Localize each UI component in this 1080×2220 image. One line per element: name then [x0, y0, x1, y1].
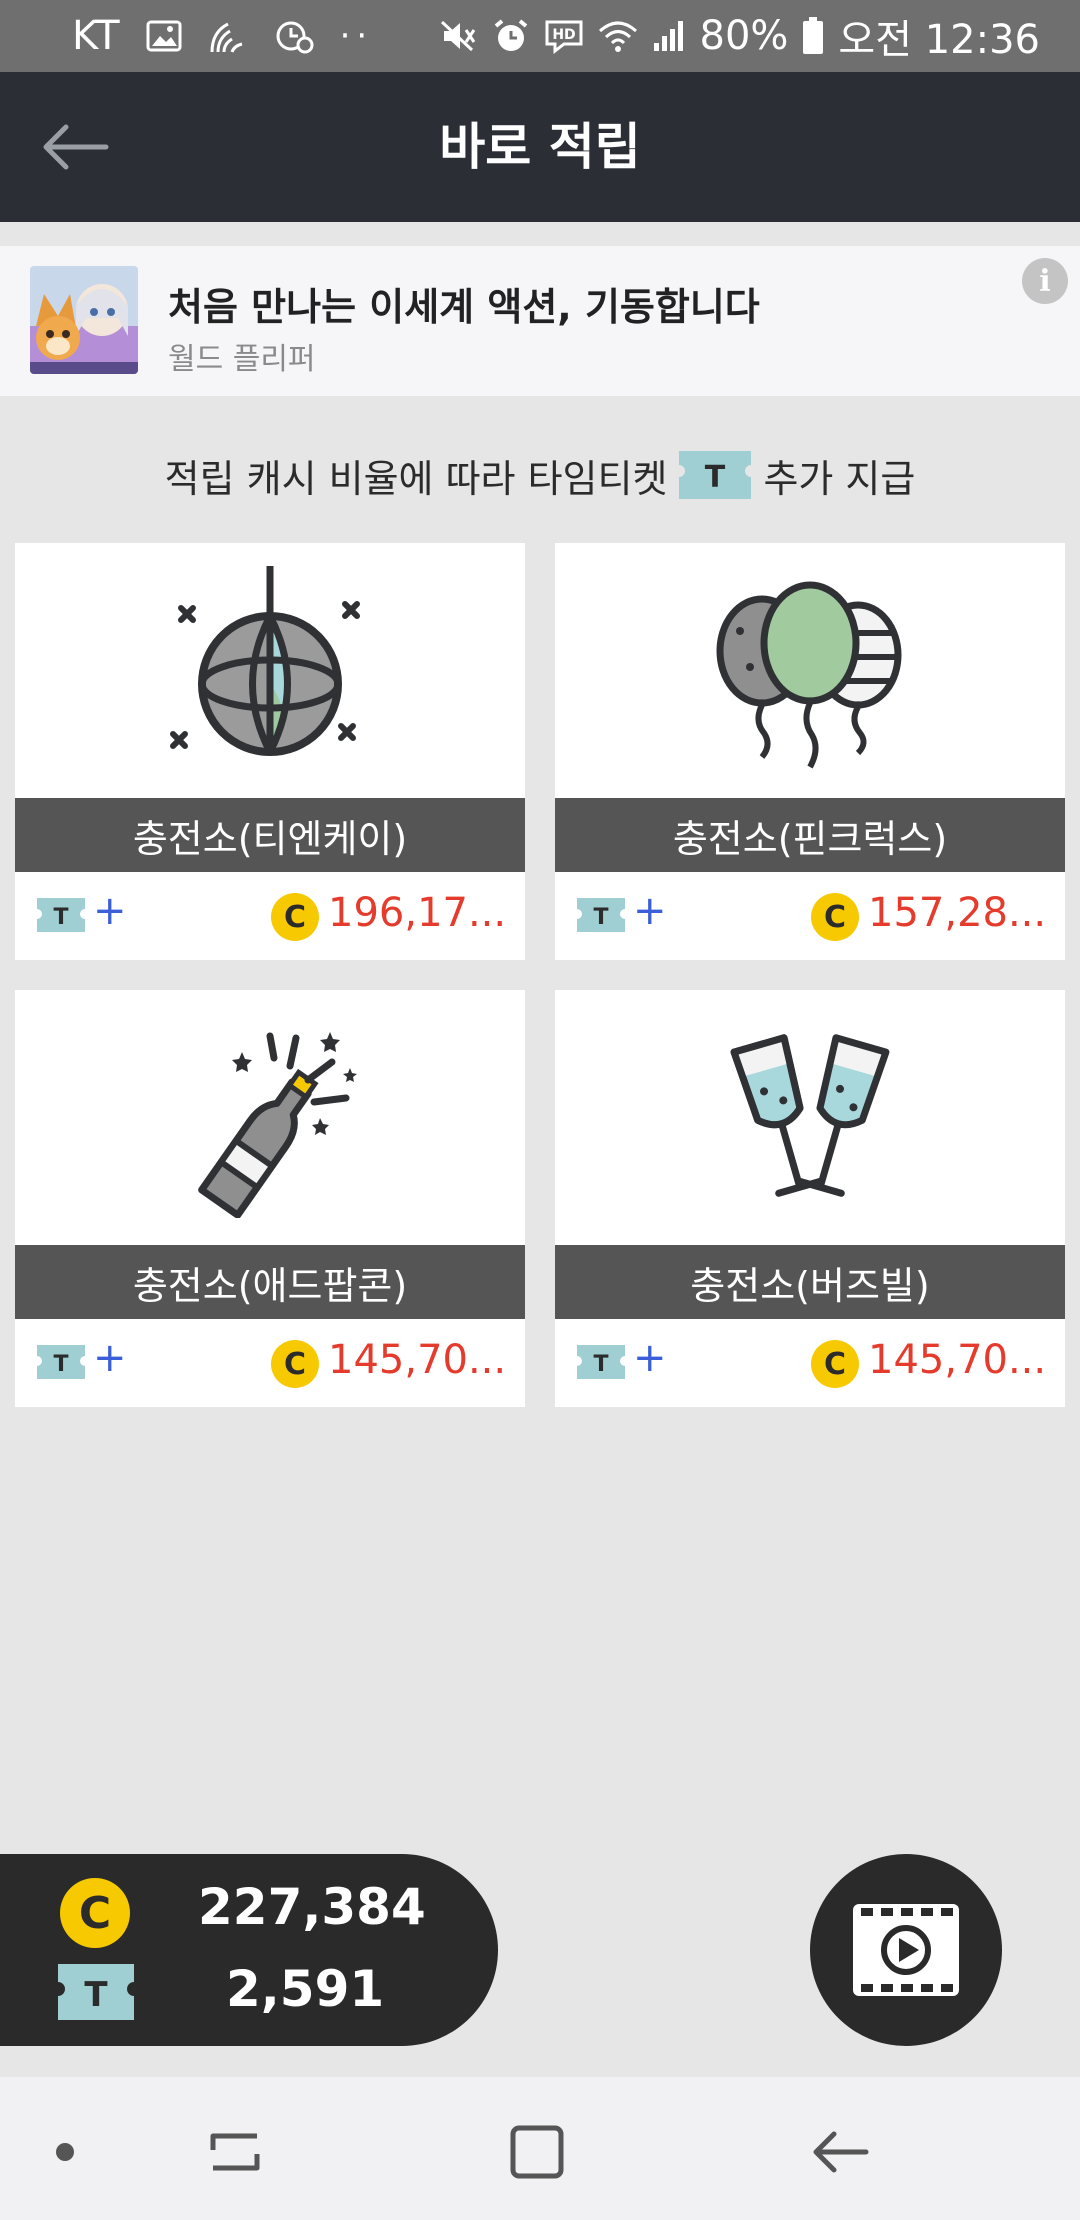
hd-voice-icon: HD: [544, 18, 584, 54]
card-label: 충전소(애드팝콘): [15, 1245, 525, 1319]
nav-dot-button[interactable]: [20, 2107, 110, 2197]
more-notifications-icon: ··: [339, 16, 374, 56]
card-illustration: [555, 543, 1065, 798]
svg-text:T: T: [84, 1975, 108, 2015]
system-back-icon: [813, 2131, 869, 2173]
card-label: 충전소(핀크럭스): [555, 798, 1065, 872]
clock-sync-icon: [274, 18, 314, 54]
ticket-plus: +: [93, 888, 127, 934]
ticket-icon: T: [37, 1345, 85, 1383]
coin-icon: C: [270, 892, 320, 946]
svg-text:C: C: [284, 1347, 306, 1382]
card-illustration: [15, 990, 525, 1245]
svg-text:T: T: [593, 905, 608, 930]
cash-value: 145,70...: [328, 1337, 507, 1383]
ad-title: 처음 만나는 이세계 액션, 기동합니다: [168, 285, 760, 329]
cash-value: 196,17...: [328, 890, 507, 936]
card-reward-row: T + C 196,17...: [15, 872, 525, 960]
ad-subtitle: 월드 플리퍼: [168, 342, 316, 377]
svg-text:HD: HD: [552, 27, 575, 43]
nfc-signal-icon: [208, 18, 248, 54]
cash-value: 157,28...: [868, 890, 1047, 936]
battery-percent: 80%: [699, 13, 789, 59]
mute-icon: [438, 18, 478, 54]
app-bar: 바로 적립: [0, 72, 1080, 222]
page-title: 바로 적립: [439, 118, 641, 176]
svg-text:C: C: [824, 900, 846, 935]
ad-banner[interactable]: 처음 만나는 이세계 액션, 기동합니다 월드 플리퍼: [0, 246, 1080, 396]
ad-thumbnail: [30, 266, 138, 374]
system-back-button[interactable]: [795, 2107, 885, 2197]
svg-text:T: T: [705, 460, 726, 495]
svg-text:T: T: [593, 1352, 608, 1377]
disco-ball-icon: [170, 565, 360, 756]
coin-icon: C: [810, 892, 860, 946]
card-reward-row: T + C 157,28...: [555, 872, 1065, 960]
ticket-plus: +: [93, 1335, 127, 1381]
status-bar: KT ·· HD 80% 오전 12:36: [0, 0, 1080, 72]
signal-icon: [652, 19, 686, 53]
charge-station-card-adpopcorn[interactable]: 충전소(애드팝콘) T + C 145,70...: [15, 990, 525, 1407]
champagne-bottle-icon: [198, 1031, 357, 1218]
svg-text:T: T: [53, 1352, 68, 1377]
battery-icon: [802, 17, 824, 55]
clock-time: 오전 12:36: [838, 17, 1040, 63]
wifi-icon: [598, 19, 638, 53]
champagne-glasses-icon: [730, 1033, 890, 1197]
balloons-icon: [716, 581, 902, 768]
coin-balance: 227,384: [198, 1878, 426, 1936]
ticket-icon: T: [58, 1964, 134, 2024]
alarm-icon: [492, 18, 530, 54]
charge-station-card-tnk[interactable]: 충전소(티엔케이) T + C 196,17...: [15, 543, 525, 960]
recent-apps-button[interactable]: [190, 2107, 280, 2197]
charge-station-card-buzzvil[interactable]: 충전소(버즈빌) T + C 145,70...: [555, 990, 1065, 1407]
charge-station-card-pincrux[interactable]: 충전소(핀크럭스) T + C 157,28...: [555, 543, 1065, 960]
ticket-plus: +: [633, 1335, 667, 1381]
coin-icon: C: [810, 1339, 860, 1393]
card-label: 충전소(버즈빌): [555, 1245, 1065, 1319]
notice-prefix: 적립 캐시 비율에 따라 타임티켓: [164, 456, 668, 501]
dot-icon: [56, 2143, 74, 2161]
coin-icon: C: [58, 1876, 132, 1954]
ticket-balance: 2,591: [226, 1960, 385, 2018]
balance-panel: C 227,384 T 2,591: [0, 1854, 498, 2046]
card-illustration: [15, 543, 525, 798]
notice-suffix: 추가 지급: [763, 456, 916, 501]
svg-text:C: C: [284, 900, 306, 935]
cash-value: 145,70...: [868, 1337, 1047, 1383]
ticket-icon: T: [577, 1345, 625, 1383]
recent-apps-icon: [210, 2133, 260, 2171]
svg-text:C: C: [79, 1888, 111, 1939]
home-button[interactable]: [492, 2107, 582, 2197]
home-icon: [510, 2125, 564, 2179]
card-illustration: [555, 990, 1065, 1245]
coin-icon: C: [270, 1339, 320, 1393]
ticket-icon: T: [577, 898, 625, 936]
card-reward-row: T + C 145,70...: [15, 1319, 525, 1407]
svg-text:T: T: [53, 905, 68, 930]
video-ad-button[interactable]: [810, 1854, 1002, 2046]
ticket-plus: +: [633, 888, 667, 934]
video-play-icon: [853, 1904, 959, 1996]
svg-text:C: C: [824, 1347, 846, 1382]
gallery-icon: [146, 20, 182, 52]
system-nav-bar: [0, 2077, 1080, 2220]
card-reward-row: T + C 145,70...: [555, 1319, 1065, 1407]
reward-notice: 적립 캐시 비율에 따라 타임티켓 T 추가 지급: [0, 440, 1080, 510]
card-label: 충전소(티엔케이): [15, 798, 525, 872]
ticket-icon: T: [37, 898, 85, 936]
carrier-label: KT: [72, 13, 120, 59]
time-ticket-icon: T: [679, 451, 752, 499]
ad-info-icon[interactable]: i: [1022, 258, 1068, 304]
